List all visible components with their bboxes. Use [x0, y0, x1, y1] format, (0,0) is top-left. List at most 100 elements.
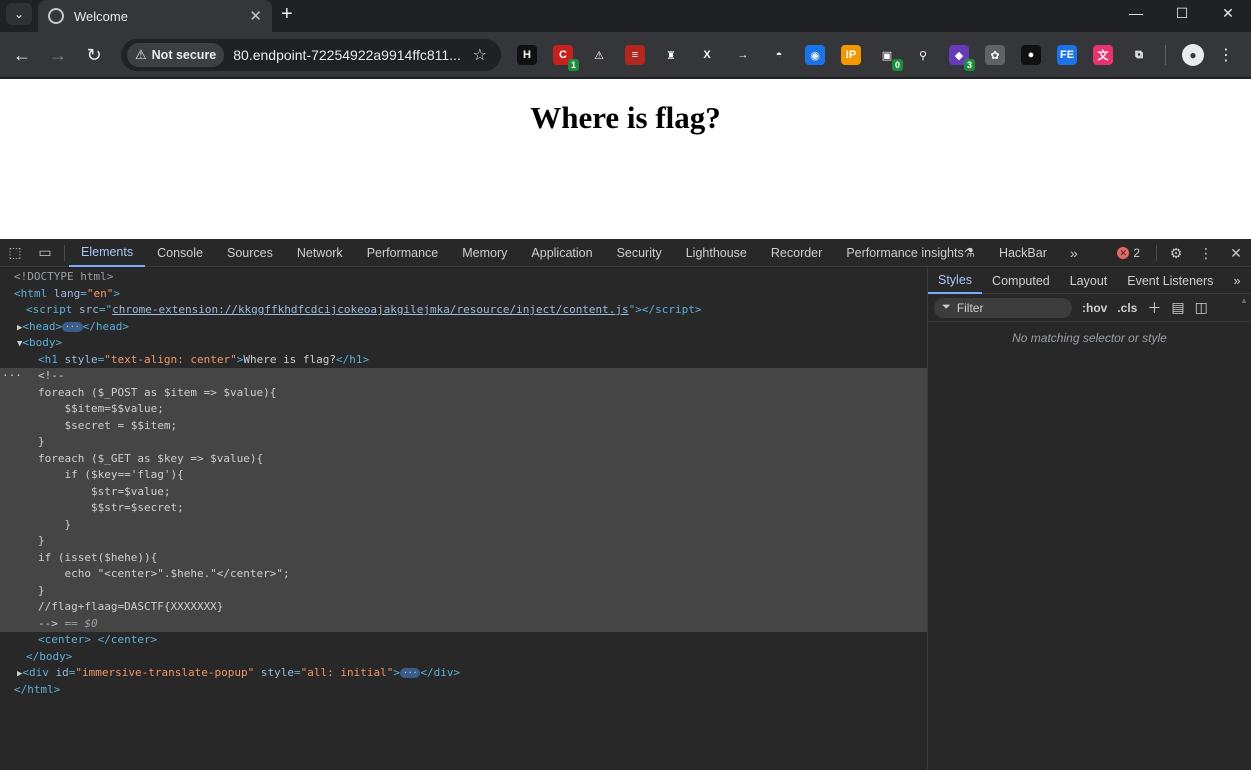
- dom-center[interactable]: <center> </center>: [0, 632, 927, 649]
- comment-line: if ($key=='flag'){: [0, 467, 927, 484]
- ext-warning-icon[interactable]: ⚠: [589, 45, 609, 65]
- more-tabs-icon[interactable]: »: [1059, 239, 1089, 267]
- tab-search-button[interactable]: ⌄: [6, 3, 32, 25]
- styles-filter-input[interactable]: ⏷ Filter: [934, 297, 1072, 318]
- styles-tab-styles[interactable]: Styles: [928, 268, 983, 294]
- extensions-bar: H C 1 ⚠ ≡ ♜ X → ◓ ◉ IP ▣ 0 ⚲ ◆ 3 ✿ ● FE 文 ⧉ ● ⋮: [517, 43, 1234, 71]
- security-label: Not secure: [151, 48, 217, 62]
- ext-gray-icon[interactable]: ✿: [985, 45, 1005, 65]
- back-button[interactable]: ←: [9, 42, 35, 68]
- ext-red-c-icon[interactable]: C1: [553, 45, 579, 71]
- devtools-tab-performance[interactable]: Performance: [355, 239, 451, 267]
- browser-tab[interactable]: Welcome ✕: [38, 0, 272, 32]
- ext-fe-icon[interactable]: FE: [1057, 45, 1077, 65]
- comment-line: <!-- ···: [0, 368, 927, 385]
- browser-menu-icon[interactable]: ⋮: [1218, 45, 1234, 65]
- ext-x-icon[interactable]: X: [697, 45, 717, 65]
- new-tab-button[interactable]: +: [281, 3, 293, 26]
- devtools-tab-elements[interactable]: Elements: [69, 239, 146, 267]
- extension-badge: 1: [567, 59, 579, 71]
- devtools-tab-performance-insights[interactable]: Performance insights ⚗: [834, 239, 987, 267]
- devtools-tab-lighthouse[interactable]: Lighthouse: [674, 239, 759, 267]
- extension-badge: 0: [891, 59, 903, 71]
- url-text[interactable]: 80.endpoint-72254922a9914ffc811...: [233, 47, 472, 63]
- comment-line: $str=$value;: [0, 483, 927, 500]
- dom-html-close[interactable]: </html>: [0, 682, 927, 699]
- reload-button[interactable]: ↻: [81, 42, 107, 68]
- ext-translate-icon[interactable]: 文: [1093, 45, 1113, 65]
- hov-toggle[interactable]: :hov: [1082, 301, 1107, 315]
- minimize-button[interactable]: —: [1113, 0, 1159, 26]
- styles-scrollbar[interactable]: ▲: [1239, 296, 1249, 770]
- comment-line: //flag+flaag=DASCTF{XXXXXXX}: [0, 599, 927, 616]
- error-counter[interactable]: ✕ 2: [1117, 246, 1140, 260]
- paint-brush-icon[interactable]: ▤: [1171, 299, 1184, 316]
- tab-title: Welcome: [74, 8, 128, 24]
- ext-hat-icon[interactable]: ◓: [769, 45, 789, 65]
- address-bar[interactable]: ⚠ Not secure 80.endpoint-72254922a9914ff…: [121, 39, 501, 71]
- devtools-tab-recorder[interactable]: Recorder: [759, 239, 834, 267]
- bookmark-star-icon[interactable]: ☆: [473, 45, 487, 65]
- ext-h-icon[interactable]: H: [517, 45, 537, 65]
- settings-gear-icon[interactable]: ⚙: [1161, 239, 1191, 267]
- dom-comment-selected[interactable]: <!-- ··· foreach ($_POST as $item => $valu…: [0, 368, 927, 632]
- comment-line: $$str=$secret;: [0, 500, 927, 517]
- page-viewport: Where is flag?: [0, 79, 1251, 239]
- dom-body-open[interactable]: ▼<body>: [0, 335, 927, 352]
- ext-arrow-icon[interactable]: →: [733, 45, 753, 65]
- dom-doctype[interactable]: <!DOCTYPE html>: [0, 269, 927, 286]
- scroll-up-icon[interactable]: ▲: [1239, 296, 1249, 305]
- window-controls: — ☐ ✕: [1113, 0, 1251, 32]
- no-matching-style-message: No matching selector or style: [1012, 331, 1167, 345]
- dom-h1[interactable]: <h1 style="text-align: center">Where is …: [0, 352, 927, 369]
- devtools-tab-network[interactable]: Network: [285, 239, 355, 267]
- ext-ring-icon[interactable]: ●: [1021, 45, 1041, 65]
- ext-capture-icon[interactable]: ▣ 0: [877, 45, 903, 71]
- ext-flag-icon[interactable]: ≡: [625, 45, 645, 65]
- more-options-icon[interactable]: ⋮: [1191, 239, 1221, 267]
- styles-tab-computed[interactable]: Computed: [982, 268, 1060, 294]
- inspect-element-icon[interactable]: ⬚: [0, 239, 30, 267]
- forward-button[interactable]: →: [45, 42, 71, 68]
- styles-tab-event-listeners[interactable]: Event Listeners: [1117, 268, 1223, 294]
- divider: [1165, 45, 1166, 65]
- ext-ip-icon[interactable]: IP: [841, 45, 861, 65]
- ext-puzzle-icon[interactable]: ⧉: [1129, 45, 1149, 65]
- devtools-tab-application[interactable]: Application: [519, 239, 604, 267]
- comment-line: --> == $0: [0, 615, 927, 632]
- devtools-tab-sources[interactable]: Sources: [215, 239, 285, 267]
- devtools-tab-hackbar[interactable]: HackBar: [987, 239, 1059, 267]
- cls-toggle[interactable]: .cls: [1117, 301, 1137, 315]
- selected-node-marker: == $0: [64, 616, 98, 630]
- devtools-tab-security[interactable]: Security: [605, 239, 674, 267]
- dom-head[interactable]: ▶<head> ··· </head>: [0, 319, 927, 336]
- new-style-rule-icon[interactable]: ＋: [1147, 298, 1161, 318]
- more-panes-icon[interactable]: »: [1223, 268, 1250, 294]
- comment-line: }: [0, 434, 927, 451]
- styles-tab-layout[interactable]: Layout: [1060, 268, 1118, 294]
- dom-div-popup[interactable]: ▶<div id="immersive-translate-popup" sty…: [0, 665, 927, 682]
- experiment-flask-icon: ⚗: [963, 246, 975, 260]
- ext-purple-icon[interactable]: ◆ 3: [949, 45, 975, 71]
- ext-search-icon[interactable]: ⚲: [913, 45, 933, 65]
- toggle-sidebar-icon[interactable]: ◫: [1195, 299, 1208, 316]
- dom-html-open[interactable]: <html lang="en">: [0, 286, 927, 303]
- dom-script[interactable]: <script src="chrome-extension://kkggffkh…: [0, 302, 927, 319]
- close-tab-icon[interactable]: ✕: [249, 7, 262, 25]
- collapsed-ellipsis[interactable]: ···: [62, 321, 83, 332]
- ext-wappalyzer-icon[interactable]: ♜: [661, 45, 681, 65]
- dom-body-close[interactable]: </body>: [0, 649, 927, 666]
- maximize-button[interactable]: ☐: [1159, 0, 1205, 26]
- devtools-tab-memory[interactable]: Memory: [450, 239, 519, 267]
- script-src-link[interactable]: chrome-extension://kkggffkhdfcdcijcokeoa…: [112, 303, 629, 316]
- collapsed-ellipsis[interactable]: ···: [399, 668, 421, 678]
- close-window-button[interactable]: ✕: [1205, 0, 1251, 26]
- devtools-tab-console[interactable]: Console: [145, 239, 215, 267]
- profile-avatar-icon[interactable]: ●: [1182, 44, 1204, 66]
- security-chip[interactable]: ⚠ Not secure: [127, 43, 225, 67]
- device-toolbar-icon[interactable]: ▭: [30, 239, 60, 267]
- comment-line: $secret = $$item;: [0, 417, 927, 434]
- node-actions-ellipsis-icon[interactable]: ···: [2, 368, 22, 385]
- close-devtools-icon[interactable]: ✕: [1221, 239, 1251, 267]
- ext-eye-icon[interactable]: ◉: [805, 45, 825, 65]
